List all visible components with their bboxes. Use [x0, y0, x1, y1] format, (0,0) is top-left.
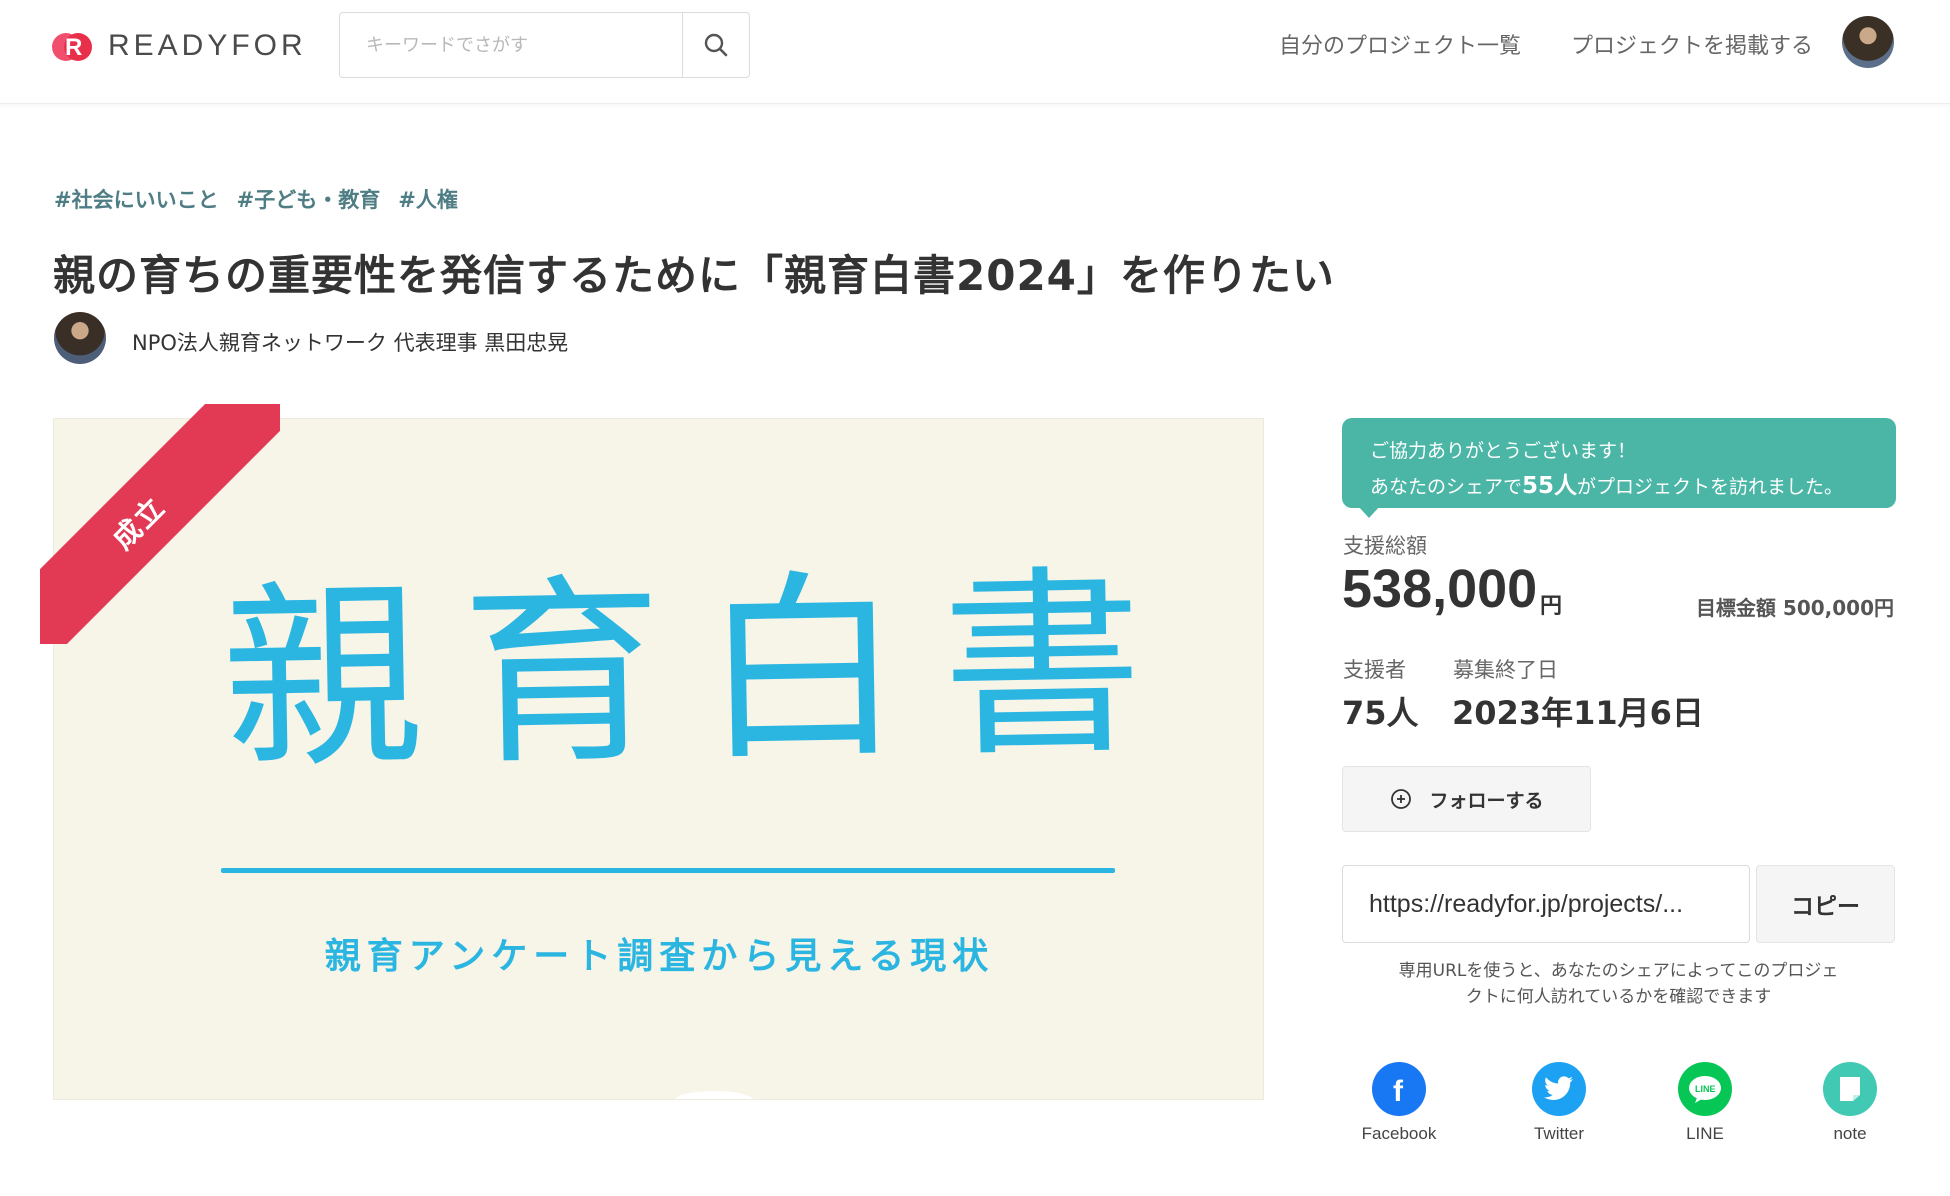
nav-my-projects[interactable]: 自分のプロジェクト一覧: [1279, 28, 1521, 60]
search-button[interactable]: [682, 13, 749, 77]
share-url-note: 専用URLを使うと、あなたのシェアによってこのプロジェ クトに何人訪れているかを…: [1398, 961, 1839, 1007]
user-avatar[interactable]: [1842, 16, 1894, 68]
follow-button[interactable]: フォローする: [1342, 766, 1591, 832]
logo-mark: R: [52, 29, 94, 63]
hero-title-text: 親育白書: [220, 547, 1185, 798]
logo-mark-letter: R: [65, 34, 83, 61]
twitter-icon: [1532, 1062, 1586, 1116]
search-bar: [339, 12, 750, 78]
search-input[interactable]: [340, 13, 682, 77]
facebook-icon: f: [1372, 1062, 1426, 1116]
note-icon: [1823, 1062, 1877, 1116]
project-title: 親の育ちの重要性を発信するために「親育白書2024」を作りたい: [53, 251, 1335, 300]
share-label: Twitter: [1533, 1124, 1585, 1143]
copy-url-button[interactable]: コピー: [1756, 865, 1895, 943]
success-ribbon: 成立: [40, 404, 280, 644]
logo-text: READYFOR: [108, 29, 307, 62]
share-thanks-message: ご協力ありがとうございます！ あなたのシェアで55人がプロジェクトを訪れました。: [1342, 418, 1896, 508]
carousel-indicator[interactable]: [674, 1091, 754, 1099]
share-label: LINE: [1686, 1124, 1724, 1143]
hero-subtitle: 親育アンケート調査から見える現状: [324, 936, 995, 977]
end-date-label: 募集終了日: [1453, 658, 1558, 682]
share-twitter-button[interactable]: Twitter: [1499, 1062, 1619, 1144]
thanks-line1: ご協力ありがとうございます！: [1370, 440, 1637, 462]
tag-link[interactable]: #子ども・教育: [237, 184, 381, 214]
share-label: note: [1833, 1124, 1867, 1143]
site-header: R READYFOR 自分のプロジェクト一覧 プロジェクトを掲載する: [0, 0, 1950, 104]
share-facebook-button[interactable]: f Facebook: [1339, 1062, 1459, 1144]
owner-avatar[interactable]: [54, 312, 106, 364]
end-date: 2023年11月6日: [1452, 694, 1704, 732]
svg-text:LINE: LINE: [1695, 1084, 1716, 1094]
share-url-text: https://readyfor.jp/projects/...: [1369, 889, 1684, 918]
svg-text:f: f: [1393, 1075, 1404, 1104]
share-note-button[interactable]: note: [1790, 1062, 1910, 1144]
nav-post-project[interactable]: プロジェクトを掲載する: [1571, 28, 1813, 60]
readyfor-logo[interactable]: R READYFOR: [52, 28, 307, 64]
visitor-count: 55人: [1522, 473, 1578, 499]
follow-label: フォローする: [1429, 789, 1544, 812]
search-icon: [704, 33, 728, 57]
backers-count: 75人: [1342, 694, 1419, 732]
tag-link[interactable]: #社会にいいこと: [54, 184, 219, 214]
success-badge-label: 成立: [106, 490, 172, 556]
total-funded-amount: 538,000: [1342, 559, 1538, 619]
share-line-button[interactable]: LINE LINE: [1645, 1062, 1765, 1144]
thanks-line2: あなたのシェアで55人がプロジェクトを訪れました。: [1370, 473, 1844, 499]
message-pointer: [1358, 506, 1380, 518]
share-label: Facebook: [1361, 1124, 1437, 1143]
plus-circle-icon: [1391, 789, 1412, 809]
total-funded-label: 支援総額: [1343, 534, 1427, 558]
currency-unit: 円: [1540, 594, 1563, 619]
project-tags: #社会にいいこと #子ども・教育 #人権: [54, 184, 458, 214]
owner-name[interactable]: NPO法人親育ネットワーク 代表理事 黒田忠晃: [132, 327, 568, 357]
tag-link[interactable]: #人権: [398, 184, 458, 214]
share-url-field[interactable]: https://readyfor.jp/projects/...: [1342, 865, 1750, 943]
hero-divider: [221, 868, 1115, 873]
goal-amount: 目標金額 500,000円: [1695, 596, 1894, 620]
line-icon: LINE: [1678, 1062, 1732, 1116]
backers-label: 支援者: [1343, 658, 1406, 682]
